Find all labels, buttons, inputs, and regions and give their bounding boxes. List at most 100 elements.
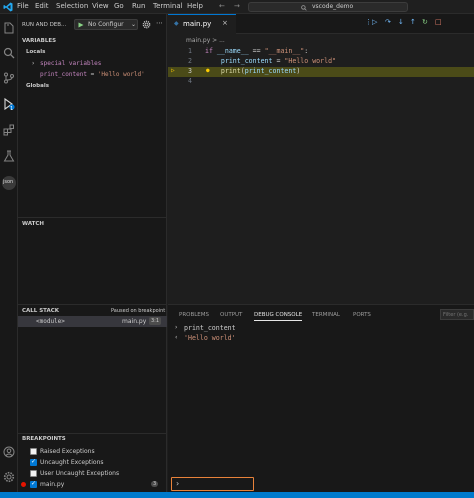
start-debug-icon[interactable] [78,22,84,28]
breakpoint-option[interactable]: User Uncaught Exceptions [18,469,167,480]
launch-config-select[interactable]: No Configur ⌄ [74,19,138,30]
testing-icon[interactable] [3,150,15,162]
breakpoint-file-row[interactable]: ✓ main.py 3 [18,480,167,491]
restart-icon[interactable]: ↻ [422,18,428,26]
menu-view[interactable]: View [92,2,109,10]
code-token: ) [296,67,301,75]
menu-edit[interactable]: Edit [35,2,49,10]
breakpoint-checkbox[interactable]: ✓ [30,480,37,488]
close-icon[interactable]: × [222,19,228,27]
tab-ports[interactable]: PORTS [353,312,371,318]
tab-debug-console[interactable]: DEBUG CONSOLE [254,312,303,321]
breakpoint-current-icon[interactable]: ▷ [171,67,175,74]
code-line[interactable]: 3 ▷ ● print(print_content) [168,67,474,77]
title-bar: File Edit Selection View Go Run Terminal… [0,0,474,14]
tab-main-py[interactable]: ◆ main.py × [168,14,236,34]
locals-scope[interactable]: Locals [26,49,45,55]
line-number: 1 [188,47,192,55]
breakpoint-line-badge: 3 [151,481,159,487]
run-debug-icon[interactable] [3,98,15,110]
breakpoint-checkbox[interactable] [30,448,37,455]
activity-bar: 1 json [0,14,18,492]
menu-run[interactable]: Run [132,2,145,10]
console-filter-input[interactable] [440,309,474,320]
menu-go[interactable]: Go [114,2,124,10]
line-number: 3 [188,67,192,75]
special-variables[interactable]: special variables [40,60,101,67]
command-center-search[interactable]: vscode_demo [248,2,408,12]
variables-header[interactable]: VARIABLES [22,38,56,44]
divider [18,217,167,218]
menu-selection[interactable]: Selection [56,2,88,10]
json-icon[interactable]: json [2,176,16,190]
search-text: vscode_demo [312,3,354,10]
vscode-logo-icon [3,2,13,12]
step-into-icon[interactable]: ↓ [398,18,404,26]
breakpoint-option-label: User Uncaught Exceptions [40,470,120,477]
console-output: 'Hello world' [184,334,236,342]
breakpoint-option-label: Uncaught Exceptions [40,459,104,466]
menu-help[interactable]: Help [187,2,203,10]
code-editor[interactable]: main.py > ... 1 if __name__ == "__main__"… [168,34,474,304]
python-file-icon: ◆ [174,20,179,27]
menu-terminal[interactable]: Terminal [153,2,183,10]
code-line[interactable]: 4 [168,77,474,87]
debug-badge: 1 [10,106,14,112]
drag-handle-icon[interactable]: ⋮ [365,18,372,26]
search-icon [301,5,307,11]
code-token: print_content [244,67,297,75]
breakpoint-option[interactable]: Raised Exceptions [18,447,167,458]
tab-output[interactable]: OUTPUT [220,312,242,318]
gear-icon[interactable] [142,20,151,29]
step-out-icon[interactable]: ↑ [410,18,416,26]
settings-gear-icon[interactable] [3,471,15,483]
back-arrow-icon[interactable]: ← [219,2,225,10]
watch-header[interactable]: WATCH [22,221,44,227]
code-line[interactable]: 2 print_content = "Hello world" [168,57,474,67]
globals-scope[interactable]: Globals [26,83,49,89]
json-icon-label: json [3,179,14,185]
code-token: : [304,47,309,55]
stack-frame-row[interactable]: <module> main.py 3:1 [18,316,167,327]
code-token: "__main__" [264,47,305,55]
breakpoint-checkbox[interactable] [30,470,37,477]
search-icon[interactable] [3,47,15,59]
code-token: if [205,47,217,55]
code-line[interactable]: 1 if __name__ == "__main__": [168,47,474,57]
bottom-panel: PROBLEMS OUTPUT DEBUG CONSOLE TERMINAL P… [168,304,474,492]
more-actions-icon[interactable]: ⋯ [156,19,163,27]
menu-file[interactable]: File [17,2,29,10]
check-icon: ✓ [31,480,37,487]
forward-arrow-icon[interactable]: → [234,2,240,10]
breadcrumb[interactable]: main.py > ... [186,37,225,44]
debug-toolbar: ⋮ ▷ ↷ ↓ ↑ ↻ □ [363,16,449,30]
variable-name: print_content [40,71,87,78]
variable-value: 'Hello world' [97,71,145,78]
breakpoint-checkbox[interactable]: ✓ [30,458,37,466]
code-token: "Hello world" [284,57,337,65]
breakpoint-dot-icon [21,482,26,487]
check-icon: ✓ [31,458,37,465]
stop-icon[interactable]: □ [435,18,442,26]
tab-terminal[interactable]: TERMINAL [312,312,340,318]
extensions-icon[interactable] [3,124,15,136]
divider [18,433,167,434]
stack-frame-name: <module> [36,318,65,325]
source-control-icon[interactable] [3,72,15,84]
code-token: print_content [205,57,273,65]
tab-problems[interactable]: PROBLEMS [179,312,209,318]
chevron-right-icon[interactable]: › [32,60,34,67]
variable-equals: = [86,71,98,78]
breakpoint-option[interactable]: ✓ Uncaught Exceptions [18,458,167,469]
continue-icon[interactable]: ▷ [372,18,377,26]
explorer-icon[interactable] [3,22,15,34]
step-over-icon[interactable]: ↷ [385,18,391,26]
variable-row[interactable]: print_content = 'Hello world' [40,71,145,78]
code-token: = [272,57,285,65]
breakpoints-header[interactable]: BREAKPOINTS [22,436,66,442]
code-token: print [205,67,241,75]
account-icon[interactable] [3,446,15,458]
console-repl-input[interactable]: › [171,477,254,491]
callstack-header[interactable]: CALL STACK [22,308,59,314]
line-number: 2 [188,57,192,65]
